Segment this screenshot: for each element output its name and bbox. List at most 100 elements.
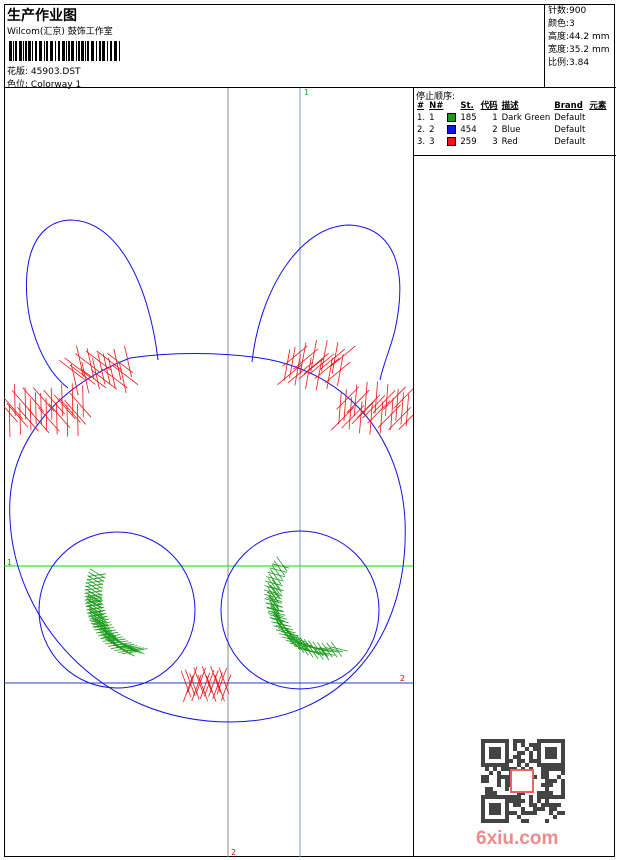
stitch (191, 674, 202, 702)
stitch (82, 385, 84, 418)
stitch (29, 398, 32, 431)
stitch (124, 345, 132, 377)
barcode-bar (19, 41, 22, 61)
barcode-bar (114, 41, 117, 61)
stitch (50, 387, 53, 420)
barcode-bar (71, 41, 74, 61)
barcode-bar (107, 41, 108, 61)
barcode-bar (32, 41, 33, 61)
barcode-bar (81, 41, 84, 61)
stitch (379, 401, 384, 434)
stitch (64, 400, 86, 425)
marker-top: 1 (304, 88, 309, 97)
stat-width: 宽度:35.2 mm (548, 45, 610, 55)
seal-logo (510, 769, 534, 793)
barcode-bar (102, 41, 105, 61)
stitch (314, 357, 340, 379)
barcode-bar (15, 41, 17, 61)
stitch (87, 575, 104, 586)
design-label: 花版: (7, 67, 29, 77)
stitch (289, 346, 296, 379)
barcode-bar (91, 41, 94, 61)
barcode-bar (66, 41, 67, 61)
stitch-fills (4, 339, 413, 703)
stitch (53, 394, 76, 420)
design-value: 45903.DST (30, 67, 81, 77)
stat-stitches: 针数:900 (548, 6, 587, 16)
stitch (84, 587, 103, 591)
barcode-bar (25, 41, 27, 61)
stitch (276, 556, 288, 572)
stitch (24, 387, 27, 420)
table-row: 2. 2 454 2 Blue Default (417, 125, 586, 135)
marker-left: 1 (7, 558, 12, 567)
stitch (400, 392, 404, 425)
barcode-bar (87, 41, 89, 61)
stitch (86, 576, 105, 581)
stitch (19, 402, 21, 435)
design-file: 花版: 45903.DST (7, 64, 81, 77)
stitch (86, 578, 103, 589)
barcode-bar (46, 41, 48, 61)
stitch (76, 345, 84, 377)
stitch (8, 404, 11, 437)
stitch (88, 571, 105, 582)
table-row: 1. 1 185 1 Dark Green Default (417, 113, 586, 123)
stitch (268, 586, 284, 592)
stat-colors: 颜色:3 (548, 19, 575, 29)
stitch (331, 342, 339, 374)
stitch (35, 392, 37, 425)
stitch (89, 568, 106, 579)
stitch (390, 397, 394, 430)
stitch (273, 560, 285, 576)
barcode-bar (119, 41, 120, 61)
barcode-bar (58, 41, 60, 61)
stitch (56, 402, 58, 435)
embroidery-preview: 1 1 2 2 (4, 88, 413, 857)
barcode-bar (35, 41, 37, 61)
company-name: Wilcom(汇京) 鼓饰工作室 (7, 27, 113, 37)
marker-right: 2 (400, 674, 405, 683)
barcode-bar (28, 41, 31, 61)
barcode-bar (39, 41, 42, 61)
barcode-bar (50, 41, 53, 61)
barcode (9, 41, 120, 61)
stitch (85, 583, 104, 588)
design-canvas: 1 1 2 2 (4, 88, 414, 857)
table-header: # N# St. 代码 描述 Brand 元素 (417, 101, 607, 111)
color-swatch (447, 125, 457, 134)
barcode-bar (76, 41, 77, 61)
stitch (330, 345, 356, 367)
stitch (71, 383, 74, 416)
stitch (189, 673, 200, 700)
color-swatch (447, 137, 457, 146)
stop-sequence-panel: 停止顺序: # N# St. 代码 描述 Brand 元素 1. 1 185 1 Dark Gree… (414, 88, 616, 156)
barcode-bar (13, 41, 14, 61)
barcode-bar (110, 41, 112, 61)
watermark-logo: 6xiu.com (476, 828, 559, 849)
stitch (303, 353, 329, 375)
marker-bottom: 2 (231, 848, 236, 857)
design-stats: 针数:900 颜色:3 高度:44.2 mm 宽度:35.2 mm 比例:3.8… (545, 4, 616, 88)
stat-scale: 比例:3.84 (548, 58, 590, 68)
stitch (87, 573, 106, 577)
color-swatch (447, 113, 457, 122)
stitch (353, 384, 358, 417)
header: 生产作业图 Wilcom(汇京) 鼓饰工作室 花版: 45903.DST 色位:… (4, 4, 545, 90)
barcode-bar (99, 41, 101, 61)
stitch (84, 590, 103, 594)
stitch (75, 353, 101, 374)
barcode-bar (55, 41, 56, 61)
stat-height: 高度:44.2 mm (548, 32, 610, 42)
barcode-bar (68, 41, 70, 61)
barcode-bar (23, 41, 24, 61)
barcode-bar (62, 41, 65, 61)
stitch (66, 404, 69, 437)
stitch (348, 397, 353, 430)
stop-sequence-table: # N# St. 代码 描述 Brand 元素 1. 1 185 1 Dark Green Defau… (415, 100, 608, 148)
barcode-bar (44, 41, 45, 61)
page-title: 生产作业图 (7, 8, 77, 24)
stitch (338, 392, 342, 424)
stitch (325, 361, 351, 383)
stitch (193, 667, 204, 694)
